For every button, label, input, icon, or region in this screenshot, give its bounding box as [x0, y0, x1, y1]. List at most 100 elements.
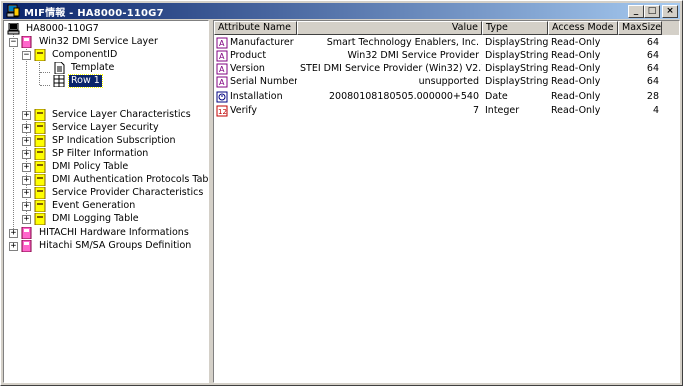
tree-item-label: DMI Policy Table — [52, 160, 129, 172]
tree-item-service-provider-characteristics[interactable]: Service Provider Characteristics — [33, 186, 205, 199]
svg-text:12: 12 — [218, 108, 227, 116]
component-book-icon — [20, 226, 34, 239]
title-bar[interactable]: MIF情報 - HA8000-110G7 _ □ × — [3, 3, 680, 19]
expand-toggle[interactable]: + — [22, 137, 31, 146]
column-header-value[interactable]: Value — [297, 21, 482, 35]
mif-info-window: MIF情報 - HA8000-110G7 _ □ × HA8000-110G7 — [0, 0, 683, 386]
group-folder-icon — [33, 147, 47, 160]
list-header: Attribute Name Value Type Access Mode Ma… — [214, 21, 679, 35]
tree-item-label: HA8000-110G7 — [26, 22, 99, 34]
tree-item-label: DMI Logging Table — [52, 212, 139, 224]
tree-item-label: Service Layer Characteristics — [52, 108, 191, 120]
expand-toggle[interactable]: + — [22, 124, 31, 133]
expand-toggle[interactable]: + — [22, 215, 31, 224]
tree-connector — [13, 34, 14, 229]
integer-attribute-icon: 12 — [216, 105, 228, 117]
group-folder-icon — [33, 199, 47, 212]
tree-item-label: Service Provider Characteristics — [52, 186, 204, 198]
tree-item-label: Event Generation — [52, 199, 136, 211]
attribute-type: DisplayString — [485, 50, 548, 61]
close-button[interactable]: × — [662, 5, 678, 18]
tree-item-dmi-authentication-protocols-table[interactable]: DMI Authentication Protocols Table — [33, 173, 209, 186]
tree-item-label: DMI Authentication Protocols Table — [52, 173, 209, 185]
svg-text:A: A — [219, 65, 225, 74]
component-book-icon — [20, 239, 34, 252]
attribute-access-mode: Read-Only — [551, 91, 601, 102]
table-row[interactable]: A Version STEI DMI Service Provider (Win… — [214, 62, 679, 76]
string-attribute-icon: A — [216, 63, 228, 75]
group-folder-icon — [33, 212, 47, 225]
attribute-name: Manufacturer — [230, 37, 294, 48]
svg-text:A: A — [219, 52, 225, 61]
tree-item-dmi-policy-table[interactable]: DMI Policy Table — [33, 160, 130, 173]
expand-toggle[interactable]: + — [22, 189, 31, 198]
tree-item-row-1[interactable]: Row 1 — [52, 73, 103, 88]
attribute-maxsize: 4 — [652, 105, 659, 116]
tree-item-service-layer-security[interactable]: Service Layer Security — [33, 121, 161, 134]
attribute-maxsize: 64 — [646, 50, 659, 61]
attribute-name: Product — [230, 50, 267, 61]
collapse-toggle[interactable]: − — [22, 51, 31, 60]
tree-item-dmi-logging-table[interactable]: DMI Logging Table — [33, 212, 141, 225]
tree-item-template[interactable]: Template — [52, 61, 116, 74]
tree-item-label: Hitachi SM/SA Groups Definition — [39, 239, 192, 251]
attribute-name: Version — [230, 63, 265, 74]
minimize-button[interactable]: _ — [628, 5, 644, 18]
expand-toggle[interactable]: + — [22, 150, 31, 159]
attribute-value: unsupported — [418, 76, 479, 87]
table-row[interactable]: A Serial Number unsupported DisplayStrin… — [214, 75, 679, 89]
collapse-toggle[interactable]: − — [9, 38, 18, 47]
attribute-access-mode: Read-Only — [551, 63, 601, 74]
group-folder-icon — [33, 108, 47, 121]
tree-item-hitachi-smsa-groups-definition[interactable]: Hitachi SM/SA Groups Definition — [20, 239, 193, 252]
expand-toggle[interactable]: + — [9, 229, 18, 238]
document-icon — [52, 61, 66, 74]
window-title: MIF情報 - HA8000-110G7 — [24, 7, 164, 19]
date-attribute-icon — [216, 91, 228, 103]
expand-toggle[interactable]: + — [22, 163, 31, 172]
tree-item-win32-dmi-service-layer[interactable]: Win32 DMI Service Layer — [20, 35, 160, 48]
tree-item-componentid[interactable]: ComponentID — [33, 48, 119, 61]
expand-toggle[interactable]: + — [22, 111, 31, 120]
attribute-value: Win32 DMI Service Provider — [347, 50, 479, 61]
attribute-value: 7 — [472, 105, 479, 116]
tree-item-root[interactable]: HA8000-110G7 — [7, 22, 101, 35]
expand-toggle[interactable]: + — [22, 202, 31, 211]
tree-item-label: Row 1 — [68, 73, 103, 88]
component-tree[interactable]: HA8000-110G7 − Win32 DMI Service Layer −… — [3, 20, 209, 383]
column-header-access-mode[interactable]: Access Mode — [548, 21, 618, 35]
attribute-value: STEI DMI Service Provider (Win32) V2.71 — [300, 63, 482, 74]
attribute-list[interactable]: Attribute Name Value Type Access Mode Ma… — [213, 20, 680, 383]
attribute-type: DisplayString — [485, 37, 548, 48]
table-row[interactable]: 12 Verify 7 Integer Read-Only 4 — [214, 104, 679, 118]
table-row[interactable]: Installation 20080108180505.000000+540 D… — [214, 90, 679, 104]
attribute-access-mode: Read-Only — [551, 50, 601, 61]
tree-item-sp-filter-information[interactable]: SP Filter Information — [33, 147, 150, 160]
maximize-button[interactable]: □ — [644, 5, 660, 18]
tree-connector — [40, 72, 50, 73]
tree-item-label: Template — [71, 61, 115, 73]
expand-toggle[interactable]: + — [9, 242, 18, 251]
attribute-value: Smart Technology Enablers, Inc. — [326, 37, 479, 48]
string-attribute-icon: A — [216, 50, 228, 62]
tree-item-sp-indication-subscription[interactable]: SP Indication Subscription — [33, 134, 178, 147]
column-header-type[interactable]: Type — [482, 21, 548, 35]
group-folder-icon — [33, 173, 47, 186]
tree-item-hitachi-hardware-informations[interactable]: HITACHI Hardware Informations — [20, 226, 191, 239]
attribute-type: Date — [485, 91, 508, 102]
attribute-name: Serial Number — [230, 76, 297, 87]
table-row[interactable]: A Product Win32 DMI Service Provider Dis… — [214, 49, 679, 63]
attribute-access-mode: Read-Only — [551, 37, 601, 48]
table-row[interactable]: A Manufacturer Smart Technology Enablers… — [214, 36, 679, 50]
attribute-value: 20080108180505.000000+540 — [329, 91, 479, 102]
tree-item-label: HITACHI Hardware Informations — [39, 226, 189, 238]
tree-item-label: Win32 DMI Service Layer — [39, 35, 158, 47]
expand-toggle[interactable]: + — [22, 176, 31, 185]
column-header-attribute-name[interactable]: Attribute Name — [214, 21, 297, 35]
group-folder-icon — [33, 121, 47, 134]
tree-item-label: ComponentID — [52, 48, 118, 60]
tree-item-service-layer-characteristics[interactable]: Service Layer Characteristics — [33, 108, 193, 121]
column-header-maxsize[interactable]: MaxSize — [618, 21, 662, 35]
tree-item-event-generation[interactable]: Event Generation — [33, 199, 137, 212]
group-folder-icon — [33, 48, 47, 61]
